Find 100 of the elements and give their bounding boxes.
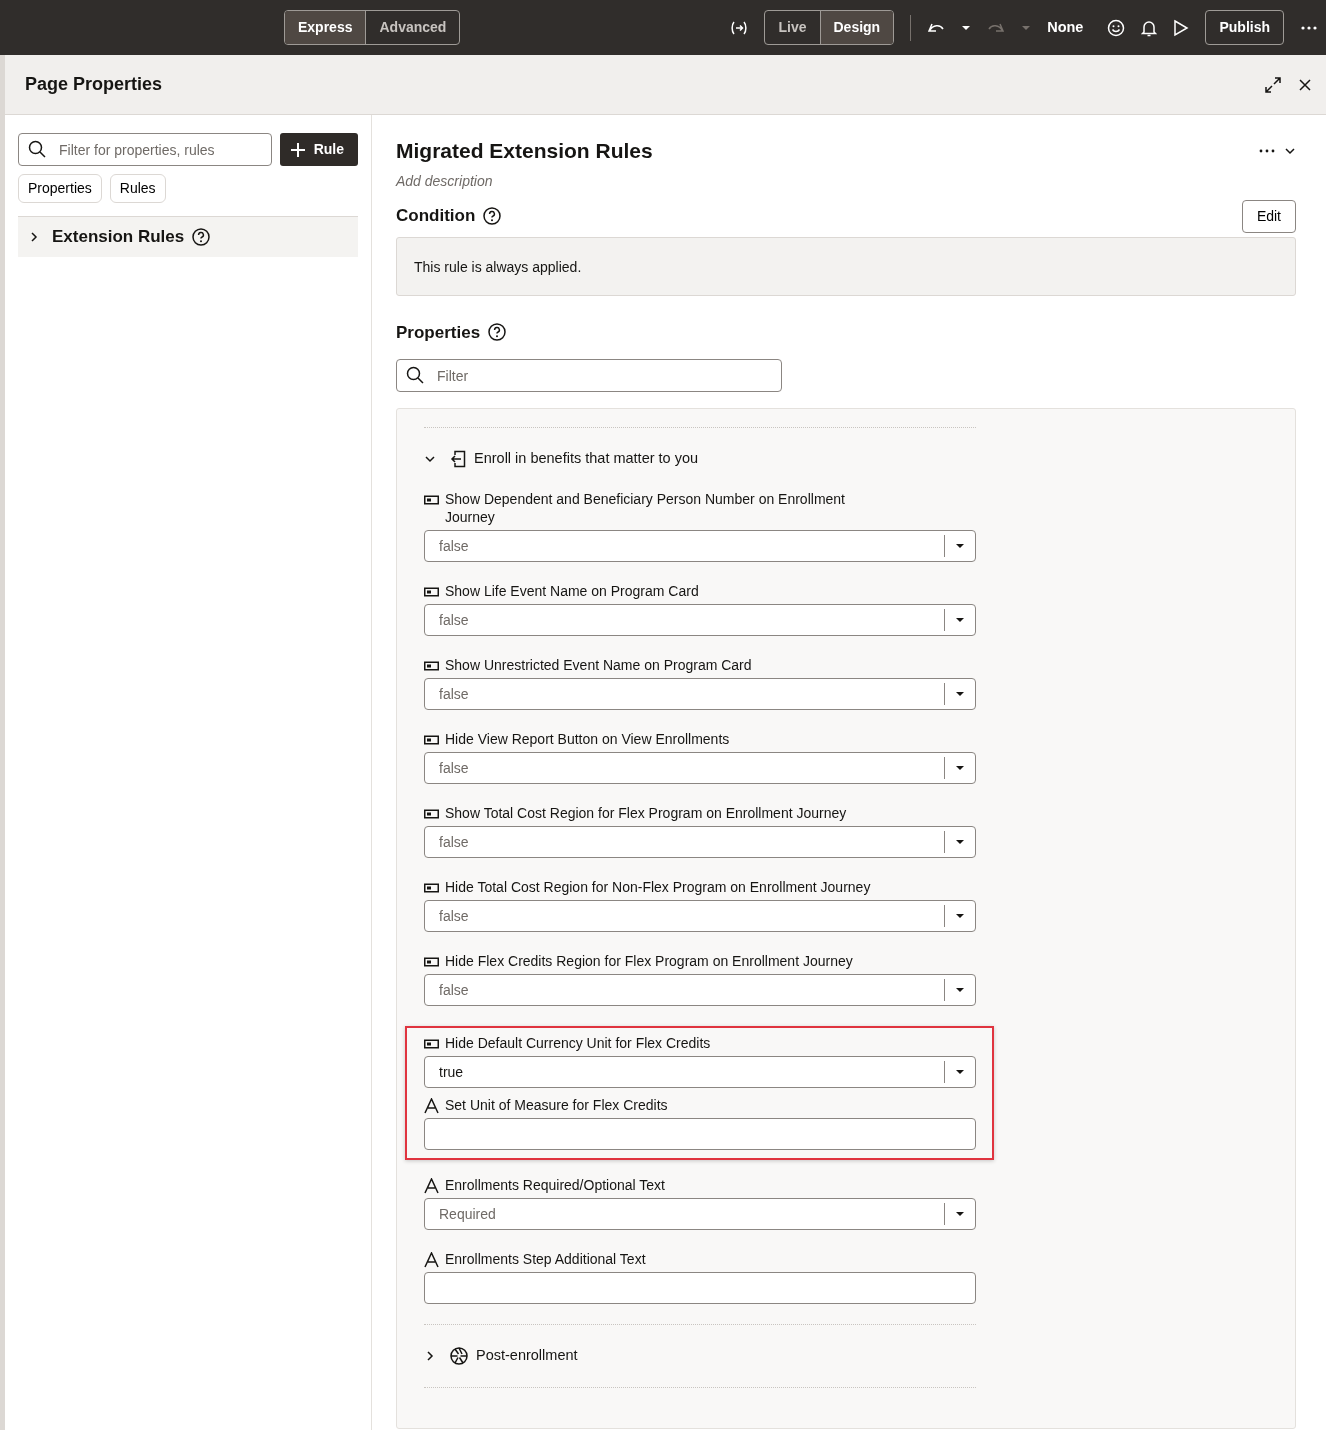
group-title: Enroll in benefits that matter to you [474, 449, 699, 469]
rule-title: Migrated Extension Rules [396, 138, 653, 164]
select-field[interactable]: false [424, 530, 976, 562]
tree-item-label: Extension Rules [52, 226, 185, 249]
chevron-down-icon[interactable] [424, 453, 436, 465]
property-label: Hide View Report Button on View Enrollments [445, 730, 730, 748]
chevron-right-icon[interactable] [424, 1350, 436, 1362]
toggle-icon [424, 587, 439, 597]
more-icon [1258, 147, 1276, 154]
dropdown-caret-icon [955, 1211, 965, 1217]
dropdown-caret-icon [955, 765, 965, 771]
dropdown-caret-icon [955, 1069, 965, 1075]
dropdown-caret-icon [955, 913, 965, 919]
dropdown-caret-icon [955, 617, 965, 623]
property-label: Show Total Cost Region for Flex Program on Enrollment Journey [445, 804, 847, 822]
mode-tab[interactable]: Advanced [365, 11, 460, 44]
property-label: Hide Default Currency Unit for Flex Credits [445, 1034, 711, 1052]
group-header[interactable]: Post-enrollment [424, 1325, 976, 1387]
bell-icon [1141, 18, 1158, 37]
select-value: true [438, 1062, 465, 1082]
text-icon [424, 1178, 439, 1194]
text-icon [424, 1098, 439, 1114]
search-icon [406, 366, 424, 384]
help-icon [488, 323, 507, 342]
view-tab[interactable]: Live [765, 11, 820, 44]
toggle-icon [424, 957, 439, 967]
dropdown-caret-icon [955, 691, 965, 697]
toggle-icon [424, 883, 439, 893]
help-icon [483, 207, 502, 225]
description-placeholder[interactable]: Add description [396, 170, 1296, 192]
view-tab[interactable]: Design [819, 11, 894, 44]
add-rule-button[interactable]: Rule [279, 133, 358, 166]
search-icon [28, 140, 46, 158]
expand-button[interactable] [1264, 75, 1282, 94]
feedback-button[interactable] [1107, 18, 1126, 37]
text-field[interactable] [424, 1118, 976, 1150]
edit-button[interactable]: Edit [1241, 199, 1296, 233]
property-label: Enrollments Required/Optional Text [445, 1176, 665, 1194]
select-value: false [438, 758, 470, 778]
caret-icon [961, 24, 972, 31]
select-field[interactable]: false [424, 826, 976, 858]
select-field[interactable]: false [424, 974, 976, 1006]
chevron-right-icon[interactable] [28, 231, 40, 243]
notifications-button[interactable] [1141, 18, 1158, 37]
play-icon [1173, 18, 1190, 37]
property-label: Show Unrestricted Event Name on Program Card [445, 656, 752, 674]
text-field[interactable] [424, 1272, 976, 1304]
condition-text: This rule is always applied. [414, 258, 582, 275]
rule-actions-button[interactable] [1258, 147, 1276, 154]
select-value: false [438, 906, 470, 926]
section-heading: Condition [396, 205, 476, 228]
smiley-icon [1107, 18, 1126, 37]
select-field[interactable]: Required [424, 1198, 976, 1230]
select-field[interactable]: false [424, 752, 976, 784]
property-label: Show Dependent and Beneficiary Person Number on Enrollment Journey [445, 490, 846, 526]
help-icon [192, 228, 211, 246]
close-button[interactable] [1298, 77, 1312, 92]
property-label: Hide Total Cost Region for Non-Flex Program on Enrollment Journey [445, 878, 871, 896]
more-button[interactable] [1300, 24, 1318, 31]
toggle-icon [424, 735, 439, 745]
select-value: false [438, 610, 470, 630]
toggle-icon [424, 661, 439, 671]
select-value: Required [438, 1204, 497, 1224]
redo-menu-button[interactable] [1021, 24, 1032, 31]
dropdown-caret-icon [955, 987, 965, 993]
select-value: false [438, 832, 470, 852]
code-toggle-button[interactable] [730, 19, 749, 36]
section-heading: Properties [396, 321, 481, 344]
filter-chip[interactable]: Rules [109, 174, 166, 203]
filter-chip[interactable]: Properties [18, 174, 102, 203]
tree-item[interactable]: Extension Rules [18, 216, 358, 257]
select-value: false [438, 536, 470, 556]
panel-title: Page Properties [25, 73, 163, 96]
filter-field[interactable]: Filter [396, 359, 782, 392]
property-label: Hide Flex Credits Region for Flex Program on Enrollment Journey [445, 952, 853, 970]
plus-icon [289, 141, 306, 158]
mode-tab[interactable]: Express [285, 11, 366, 44]
select-value: false [438, 684, 470, 704]
property-label: Set Unit of Measure for Flex Credits [445, 1096, 668, 1114]
toggle-icon [424, 495, 439, 505]
toggle-icon [424, 809, 439, 819]
preview-button[interactable] [1173, 18, 1190, 37]
search-field[interactable]: Filter for properties, rules [18, 133, 272, 166]
select-value: false [438, 980, 470, 1000]
aperture-icon [450, 1347, 468, 1365]
undo-menu-button[interactable] [961, 24, 972, 31]
more-icon [1300, 24, 1318, 31]
select-field[interactable]: false [424, 900, 976, 932]
select-field[interactable]: false [424, 604, 976, 636]
sandbox-menu[interactable]: None [1047, 16, 1084, 39]
select-field[interactable]: false [424, 678, 976, 710]
dropdown-caret-icon [955, 543, 965, 549]
close-icon [1298, 77, 1312, 92]
group-title: Post-enrollment [476, 1346, 578, 1366]
select-field[interactable]: true [424, 1056, 976, 1088]
expand-icon [1264, 75, 1282, 94]
publish-button[interactable]: Publish [1205, 10, 1284, 45]
group-header[interactable]: Enroll in benefits that matter to you [424, 428, 976, 490]
caret-icon [1021, 24, 1032, 31]
property-label: Enrollments Step Additional Text [445, 1250, 646, 1268]
